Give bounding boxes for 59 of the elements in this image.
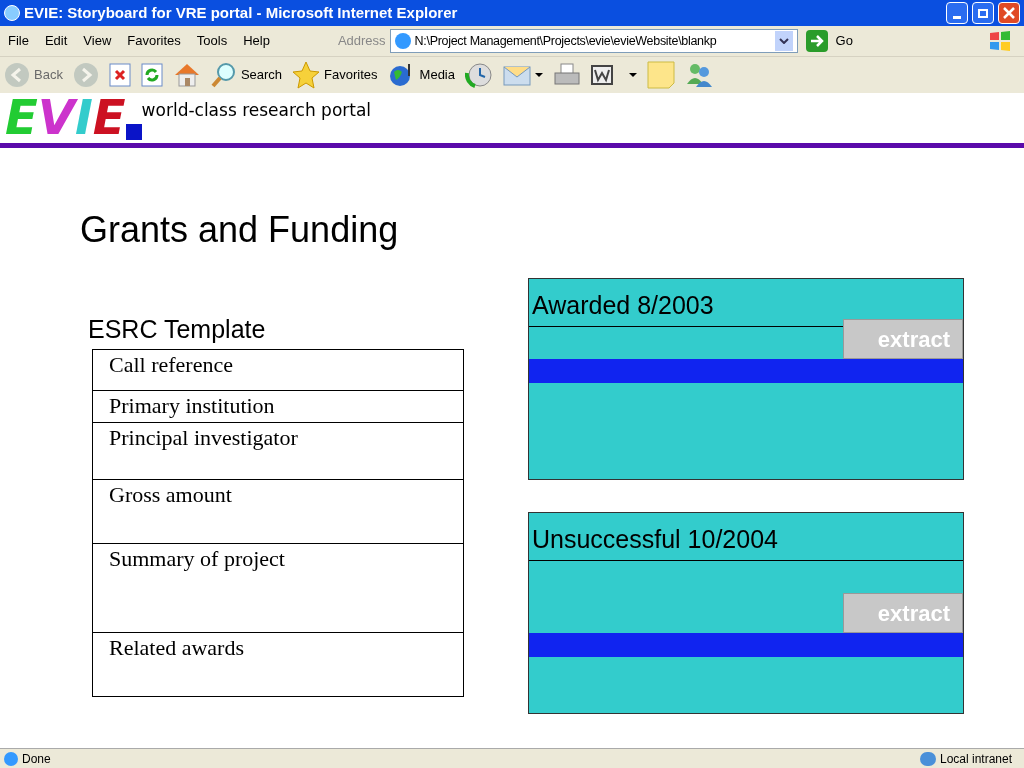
dropdown-caret-icon: [629, 73, 637, 77]
field-label: Related awards: [109, 635, 244, 660]
go-button[interactable]: Go: [805, 30, 853, 52]
address-field[interactable]: N:\Project Management\Projects\evie\evieWebsite\blankp: [389, 29, 798, 53]
minimize-button[interactable]: [946, 2, 968, 24]
field-label: Gross amount: [109, 482, 232, 507]
logo-letter: E: [92, 96, 126, 138]
envelope-icon: [503, 63, 531, 87]
star-icon: [292, 61, 321, 89]
page-heading: Grants and Funding: [80, 208, 399, 252]
grant-title: Awarded 8/2003: [532, 290, 714, 320]
favorites-button[interactable]: Favorites: [292, 61, 378, 89]
menu-item[interactable]: Tools: [188, 31, 236, 51]
page-icon: [394, 33, 411, 49]
menu-item[interactable]: Edit: [36, 31, 76, 51]
printer-icon: [553, 62, 581, 88]
edit-button[interactable]: [591, 65, 637, 85]
field-label: Primary institution: [109, 393, 275, 418]
globe-icon: [919, 751, 936, 766]
menu-item[interactable]: File: [0, 31, 37, 51]
zone-text: Local intranet: [939, 750, 1012, 768]
browser-icon: [4, 5, 20, 21]
refresh-icon: [140, 63, 163, 87]
arrow-icon: [809, 35, 824, 47]
restore-button[interactable]: [972, 2, 994, 24]
window-title: EVIE: Storyboard for VRE portal - Microsoft Internet Explorer: [24, 2, 458, 23]
logo-tagline: world-class research portal: [141, 99, 372, 122]
field-label: Call reference: [109, 352, 233, 377]
close-button[interactable]: [998, 2, 1020, 24]
messenger-button[interactable]: [685, 62, 713, 88]
stop-icon: [108, 63, 131, 87]
address-value: N:\Project Management\Projects\evie\evieWebsite\blankp: [414, 32, 718, 50]
menu-item[interactable]: View: [75, 31, 120, 51]
document-w-icon: [591, 65, 613, 85]
menu-item[interactable]: Help: [235, 31, 278, 51]
page-icon: [4, 751, 18, 766]
address-label: Address: [337, 32, 386, 51]
logo-square: [125, 124, 142, 140]
sticky-note-icon: [647, 61, 675, 89]
search-button[interactable]: Search: [210, 62, 283, 88]
dropdown-caret-icon: [535, 73, 543, 77]
refresh-button[interactable]: [140, 63, 163, 87]
close-icon: [1003, 7, 1015, 19]
field-label: Principal investigator: [109, 425, 298, 450]
media-button[interactable]: Media: [387, 62, 455, 88]
people-icon: [685, 62, 713, 88]
stop-button[interactable]: [108, 63, 131, 87]
history-button[interactable]: [465, 61, 493, 89]
menu-item[interactable]: Favorites: [119, 31, 189, 51]
logo-letter: E: [5, 96, 38, 138]
print-button[interactable]: [553, 62, 581, 88]
windows-flag-icon: [988, 30, 1012, 52]
grant-title: Unsuccessful 10/2004: [532, 524, 778, 554]
mail-button[interactable]: [503, 63, 543, 87]
clock-icon: [465, 61, 493, 89]
search-icon: [210, 62, 237, 88]
template-title: ESRC Template: [88, 314, 266, 344]
field-label: Summary of project: [109, 546, 285, 571]
status-text: Done: [22, 750, 51, 768]
